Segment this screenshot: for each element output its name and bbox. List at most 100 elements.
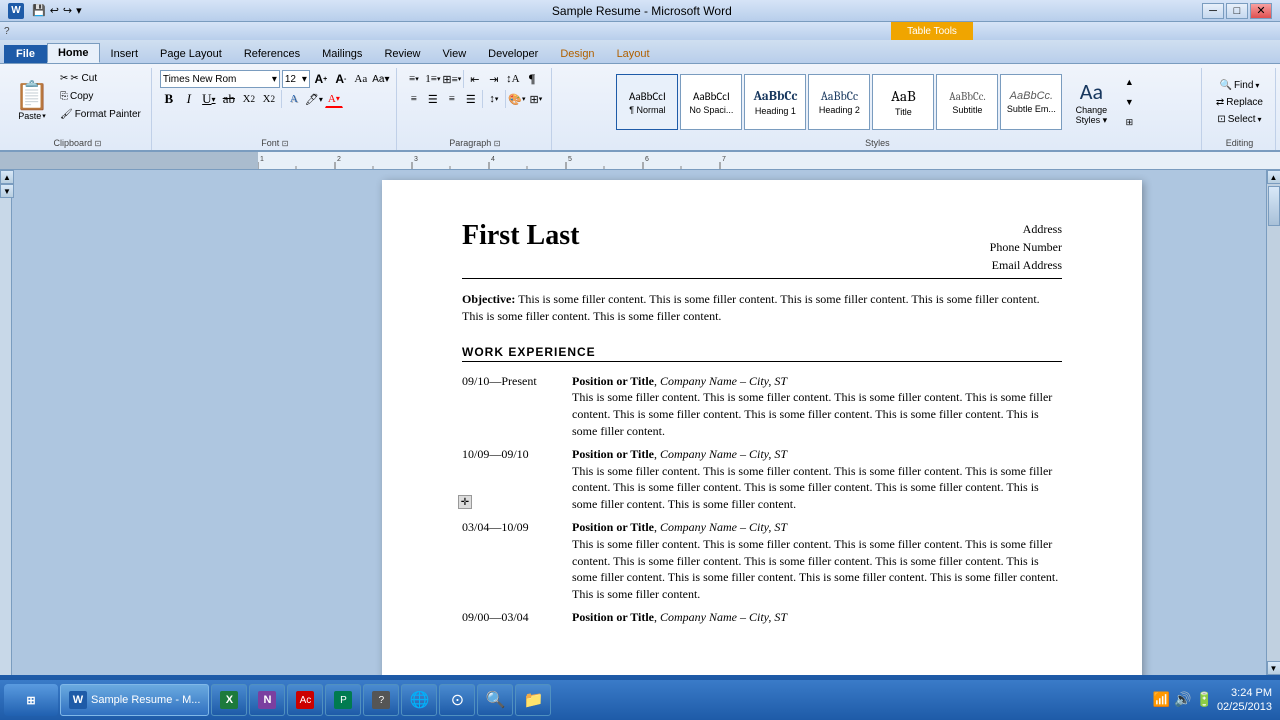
job-title-3: Position or Title, Company Name – City, … bbox=[572, 519, 1062, 536]
taskbar-acrobat-app[interactable]: Ac bbox=[287, 684, 323, 716]
select-button[interactable]: ⊡ Select ▾ bbox=[1211, 112, 1267, 127]
increase-indent-button[interactable]: ⇥ bbox=[485, 70, 503, 88]
style-heading2[interactable]: AaBbCc Heading 2 bbox=[808, 74, 870, 130]
shading-button[interactable]: 🎨▾ bbox=[508, 90, 526, 108]
taskbar: ⊞ W Sample Resume - M... X N Ac P ? 🌐 ⊙ … bbox=[0, 680, 1280, 720]
scroll-left-down[interactable]: ▼ bbox=[0, 184, 14, 198]
paragraph-row1: ≡▾ 1≡▾ ⊞≡▾ ⇤ ⇥ ↕A ¶ bbox=[405, 70, 541, 88]
taskbar-word-app[interactable]: W Sample Resume - M... bbox=[60, 684, 209, 716]
tab-layout[interactable]: Layout bbox=[606, 44, 661, 63]
clear-format-button[interactable]: Aa bbox=[352, 70, 370, 88]
superscript-button[interactable]: X2 bbox=[260, 90, 278, 108]
clipboard-expand[interactable]: ⊡ bbox=[95, 139, 102, 148]
tab-view[interactable]: View bbox=[432, 44, 478, 63]
tab-page-layout[interactable]: Page Layout bbox=[149, 44, 233, 63]
system-clock[interactable]: 3:24 PM 02/25/2013 bbox=[1217, 686, 1272, 715]
highlight-button[interactable]: 🖊▾ bbox=[305, 90, 323, 108]
styles-scroll-down[interactable]: ▼ bbox=[1120, 93, 1138, 111]
taskbar-search-app[interactable]: 🔍 bbox=[477, 684, 513, 716]
document-area[interactable]: ✛ First Last Address Phone Number Email … bbox=[258, 170, 1266, 675]
show-hide-button[interactable]: ¶ bbox=[523, 70, 541, 88]
strikethrough-button[interactable]: ab bbox=[220, 90, 238, 108]
multilevel-list-button[interactable]: ⊞≡▾ bbox=[443, 70, 461, 88]
font-name-selector[interactable]: Times New Rom ▾ bbox=[160, 70, 280, 88]
font-shrink-button[interactable]: A- bbox=[332, 70, 350, 88]
taskbar-unknown-app[interactable]: ? bbox=[363, 684, 399, 716]
main-area: ▲ ▼ ✛ First Last Address Phone Number Em… bbox=[0, 170, 1280, 675]
taskbar-ie-app[interactable]: 🌐 bbox=[401, 684, 437, 716]
decrease-indent-button[interactable]: ⇤ bbox=[466, 70, 484, 88]
quick-dropdown[interactable]: ▾ bbox=[76, 4, 82, 17]
text-effects-button[interactable]: A bbox=[285, 90, 303, 108]
find-button[interactable]: 🔍 Find ▾ bbox=[1213, 78, 1265, 93]
scroll-left-up[interactable]: ▲ bbox=[0, 170, 14, 184]
styles-label: Styles bbox=[865, 136, 890, 150]
case-button[interactable]: Aa▾ bbox=[372, 70, 390, 88]
taskbar-files-app[interactable]: 📁 bbox=[515, 684, 551, 716]
quick-save[interactable]: 💾 bbox=[32, 4, 46, 17]
styles-scroll-up[interactable]: ▲ bbox=[1120, 73, 1138, 91]
objective-text: This is some filler content. This is som… bbox=[462, 292, 1040, 323]
font-grow-button[interactable]: A+ bbox=[312, 70, 330, 88]
change-styles-button[interactable]: Aa ChangeStyles ▾ bbox=[1064, 78, 1118, 126]
tab-review[interactable]: Review bbox=[373, 44, 431, 63]
tab-file[interactable]: File bbox=[4, 45, 47, 63]
underline-button[interactable]: U▾ bbox=[200, 90, 218, 108]
font-expand[interactable]: ⊡ bbox=[282, 139, 289, 148]
align-center-button[interactable]: ☰ bbox=[424, 90, 442, 108]
style-no-spacing[interactable]: AaBbCcI No Spaci... bbox=[680, 74, 742, 130]
table-tools-banner: ? Table Tools bbox=[0, 22, 1280, 40]
bold-button[interactable]: B bbox=[160, 90, 178, 108]
style-normal[interactable]: AaBbCcI ¶ Normal bbox=[616, 74, 678, 130]
line-spacing-button[interactable]: ↕▾ bbox=[485, 90, 503, 108]
resume-name: First Last bbox=[462, 220, 579, 252]
close-button[interactable]: ✕ bbox=[1250, 3, 1272, 19]
copy-button[interactable]: ⎘ Copy bbox=[56, 88, 145, 105]
italic-button[interactable]: I bbox=[180, 90, 198, 108]
borders-button[interactable]: ⊞▾ bbox=[527, 90, 545, 108]
taskbar-onenote-app[interactable]: N bbox=[249, 684, 285, 716]
align-left-button[interactable]: ≡ bbox=[405, 90, 423, 108]
scroll-down-button[interactable]: ▼ bbox=[1267, 661, 1280, 675]
bullets-button[interactable]: ≡▾ bbox=[405, 70, 423, 88]
font-size-selector[interactable]: 12 ▾ bbox=[282, 70, 310, 88]
style-subtle-em[interactable]: AaBbCc. Subtle Em... bbox=[1000, 74, 1062, 130]
help-icon[interactable]: ? bbox=[4, 26, 10, 37]
quick-undo[interactable]: ↩ bbox=[50, 4, 59, 17]
table-move-icon[interactable]: ✛ bbox=[458, 495, 472, 509]
tab-design[interactable]: Design bbox=[549, 44, 605, 63]
taskbar-chrome-app[interactable]: ⊙ bbox=[439, 684, 475, 716]
tab-home[interactable]: Home bbox=[47, 43, 100, 63]
style-subtitle[interactable]: AaBbCc. Subtitle bbox=[936, 74, 998, 130]
resume-contact: Address Phone Number Email Address bbox=[990, 220, 1062, 274]
start-button[interactable]: ⊞ bbox=[4, 684, 58, 716]
align-right-button[interactable]: ≡ bbox=[443, 90, 461, 108]
justify-button[interactable]: ☰ bbox=[462, 90, 480, 108]
taskbar-excel-app[interactable]: X bbox=[211, 684, 247, 716]
sort-button[interactable]: ↕A bbox=[504, 70, 522, 88]
tab-developer[interactable]: Developer bbox=[477, 44, 549, 63]
scroll-up-button[interactable]: ▲ bbox=[1267, 170, 1280, 184]
style-h1-preview: AaBbCc bbox=[753, 89, 797, 104]
cut-button[interactable]: ✂ ✂ Cut bbox=[56, 70, 145, 87]
minimize-button[interactable]: ─ bbox=[1202, 3, 1224, 19]
tab-mailings[interactable]: Mailings bbox=[311, 44, 373, 63]
style-heading1[interactable]: AaBbCc Heading 1 bbox=[744, 74, 806, 130]
subscript-button[interactable]: X2 bbox=[240, 90, 258, 108]
paste-button[interactable]: 📋 Paste ▾ bbox=[10, 70, 54, 134]
styles-more[interactable]: ⊞ bbox=[1120, 113, 1138, 131]
quick-redo[interactable]: ↪ bbox=[63, 4, 72, 17]
tab-references[interactable]: References bbox=[233, 44, 311, 63]
font-color-button[interactable]: A▾ bbox=[325, 90, 343, 108]
maximize-button[interactable]: □ bbox=[1226, 3, 1248, 19]
tray-battery-icon: 🔋 bbox=[1196, 692, 1213, 709]
tab-insert[interactable]: Insert bbox=[100, 44, 150, 63]
format-painter-button[interactable]: 🖌 Format Painter bbox=[56, 106, 145, 123]
paragraph-expand[interactable]: ⊡ bbox=[494, 139, 501, 148]
taskbar-publisher-app[interactable]: P bbox=[325, 684, 361, 716]
style-title[interactable]: AaB Title bbox=[872, 74, 934, 130]
scroll-thumb[interactable] bbox=[1268, 186, 1280, 226]
job-content-2: Position or Title, Company Name – City, … bbox=[562, 443, 1062, 516]
numbering-button[interactable]: 1≡▾ bbox=[424, 70, 442, 88]
replace-button[interactable]: ⇄ Replace bbox=[1210, 95, 1269, 110]
